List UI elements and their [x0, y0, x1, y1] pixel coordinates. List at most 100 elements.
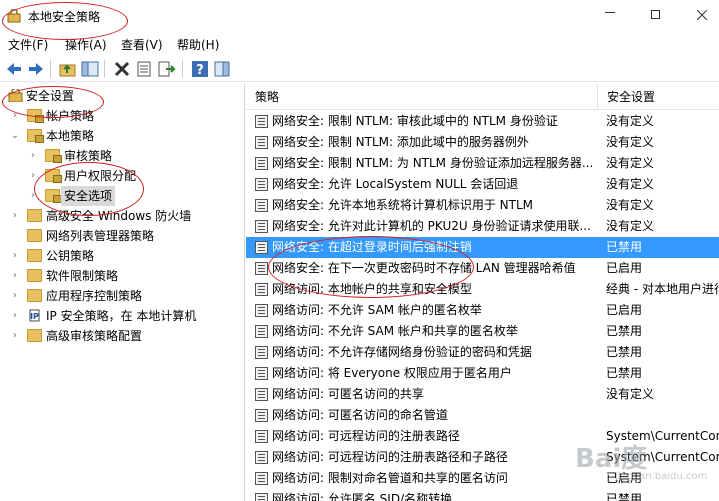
table-row[interactable]: 网络访问: 不允许 SAM 帐户和共享的匿名枚举 已禁用 [246, 321, 719, 342]
policy-setting-value: 经典 - 对本地用户进行 [606, 282, 719, 296]
policy-item-icon [255, 430, 268, 443]
column-header-policy[interactable]: 策略 [246, 84, 598, 109]
folder-icon [27, 209, 42, 222]
forward-icon[interactable] [26, 59, 46, 79]
minimize-button[interactable] [587, 0, 633, 30]
policy-item-icon [255, 115, 268, 128]
chevron-right-icon[interactable]: › [10, 286, 20, 306]
policy-item-icon [255, 451, 268, 464]
policy-item-icon [255, 262, 268, 275]
menu-view[interactable]: 查看(V) [121, 36, 163, 53]
panel-icon[interactable] [212, 59, 232, 79]
tree-item-label: 帐户策略 [46, 109, 95, 123]
policy-name: 网络安全: 限制 NTLM: 为 NTLM 身份验证添加远程服务器... [272, 156, 592, 170]
chevron-right-icon[interactable]: › [10, 266, 20, 286]
policy-name: 网络访问: 可远程访问的注册表路径 [272, 429, 460, 443]
policy-name: 网络安全: 允许对此计算机的 PKU2U 身份验证请求使用联... [272, 219, 591, 233]
toolbar-separator [182, 60, 183, 78]
tree-item-label: 审核策略 [64, 149, 113, 163]
table-row[interactable]: 网络访问: 本地帐户的共享和安全模型 经典 - 对本地用户进行 [246, 279, 719, 300]
policy-item-icon [255, 346, 268, 359]
chevron-right-icon[interactable]: › [10, 306, 20, 326]
export-icon[interactable] [156, 59, 176, 79]
policy-name: 网络访问: 可匿名访问的共享 [272, 387, 424, 401]
policy-name: 网络安全: 在下一次更改密码时不存储 LAN 管理器哈希值 [272, 261, 576, 275]
title-bar: 本地安全策略 [0, 0, 719, 32]
toolbar-separator [104, 60, 105, 78]
tree-item-label: 用户权限分配 [64, 169, 137, 183]
watermark-subtext: jingyan.baidu.com [615, 471, 708, 482]
chevron-right-icon[interactable]: › [10, 326, 20, 346]
table-row[interactable]: 网络访问: 可匿名访问的命名管道 [246, 405, 719, 426]
policy-name: 网络安全: 允许 LocalSystem NULL 会话回退 [272, 177, 519, 191]
policy-name: 网络访问: 允许匿名 SID/名称转换 [272, 492, 453, 501]
policy-setting-value: 已禁用 [606, 240, 643, 254]
chevron-right-icon[interactable]: › [28, 146, 38, 166]
table-row[interactable]: 网络访问: 可匿名访问的共享 没有定义 [246, 384, 719, 405]
policy-item-icon [255, 493, 268, 501]
folder-icon [27, 289, 42, 302]
policy-name: 网络安全: 在超过登录时间后强制注销 [272, 240, 472, 254]
delete-icon[interactable] [112, 59, 132, 79]
folder-lock-icon [27, 129, 44, 143]
list-header: 策略 安全设置 [246, 84, 719, 110]
table-row[interactable]: 网络安全: 限制 NTLM: 添加此域中的服务器例外 没有定义 [246, 132, 719, 153]
policy-name: 网络安全: 限制 NTLM: 添加此域中的服务器例外 [272, 135, 529, 149]
table-row[interactable]: 网络访问: 不允许存储网络身份验证的密码和凭据 已禁用 [246, 342, 719, 363]
show-tree-icon[interactable] [80, 59, 100, 79]
policy-setting-value: 没有定义 [606, 219, 655, 233]
menu-file[interactable]: 文件(F) [8, 36, 48, 53]
policy-name: 网络安全: 限制 NTLM: 审核此域中的 NTLM 身份验证 [272, 114, 558, 128]
menu-bar: 文件(F) 操作(A) 查看(V) 帮助(H) [0, 34, 719, 54]
table-row[interactable]: 网络安全: 允许对此计算机的 PKU2U 身份验证请求使用联... 没有定义 [246, 216, 719, 237]
menu-help[interactable]: 帮助(H) [177, 36, 219, 53]
table-row[interactable]: 网络访问: 将 Everyone 权限应用于匿名用户 已禁用 [246, 363, 719, 384]
chevron-right-icon[interactable]: › [10, 206, 20, 226]
close-button[interactable] [679, 0, 719, 30]
up-folder-icon[interactable] [58, 59, 78, 79]
maximize-button[interactable] [633, 0, 679, 30]
tree-item-label: IP 安全策略，在 本地计算机 [46, 309, 197, 323]
menu-action[interactable]: 操作(A) [65, 36, 107, 53]
folder-lock-icon [27, 109, 44, 123]
folder-icon [27, 269, 42, 282]
table-row[interactable]: 网络访问: 不允许 SAM 帐户的匿名枚举 已启用 [246, 300, 719, 321]
table-row[interactable]: 网络访问: 允许匿名 SID/名称转换 已禁用 [246, 489, 719, 501]
policy-item-icon [255, 199, 268, 212]
properties-icon[interactable] [134, 59, 154, 79]
policy-setting-value: 已启用 [606, 303, 643, 317]
policy-name: 网络访问: 限制对命名管道和共享的匿名访问 [272, 471, 508, 485]
watermark-text: Bai度 [575, 444, 648, 474]
table-row[interactable]: 网络安全: 限制 NTLM: 为 NTLM 身份验证添加远程服务器... 没有定义 [246, 153, 719, 174]
chevron-right-icon[interactable]: › [10, 246, 20, 266]
policy-item-icon [255, 304, 268, 317]
table-row[interactable]: 网络安全: 限制 NTLM: 审核此域中的 NTLM 身份验证 没有定义 [246, 111, 719, 132]
folder-icon [27, 229, 42, 242]
column-header-security-setting[interactable]: 安全设置 [598, 84, 719, 109]
policy-item-icon [255, 136, 268, 149]
chevron-right-icon[interactable]: › [28, 166, 38, 186]
policy-item-icon [255, 472, 268, 485]
table-row[interactable]: 网络安全: 允许 LocalSystem NULL 会话回退 没有定义 [246, 174, 719, 195]
tree-item-label: 安全选项 [61, 186, 116, 206]
folder-lock-icon [45, 149, 62, 163]
policy-setting-value: 没有定义 [606, 387, 655, 401]
policy-item-icon [255, 157, 268, 170]
policy-setting-value: 没有定义 [606, 198, 655, 212]
chevron-right-icon[interactable]: › [10, 106, 20, 126]
policy-item-icon [255, 325, 268, 338]
policy-item-icon [255, 283, 268, 296]
table-row[interactable]: 网络安全: 在下一次更改密码时不存储 LAN 管理器哈希值 已启用 [246, 258, 719, 279]
help-icon[interactable]: ? [190, 59, 210, 79]
chevron-right-icon[interactable]: › [28, 186, 38, 206]
policy-name: 网络访问: 本地帐户的共享和安全模型 [272, 282, 472, 296]
policy-item-icon [255, 220, 268, 233]
table-row[interactable]: 网络安全: 在超过登录时间后强制注销 已禁用 [246, 237, 719, 258]
ip-security-icon: IP [29, 309, 40, 322]
folder-icon [27, 329, 42, 342]
table-row[interactable]: 网络安全: 允许本地系统将计算机标识用于 NTLM 没有定义 [246, 195, 719, 216]
policy-item-icon [255, 409, 268, 422]
back-icon[interactable] [4, 59, 24, 79]
chevron-down-icon[interactable]: ⌄ [10, 126, 20, 146]
folder-lock-icon [45, 189, 62, 203]
